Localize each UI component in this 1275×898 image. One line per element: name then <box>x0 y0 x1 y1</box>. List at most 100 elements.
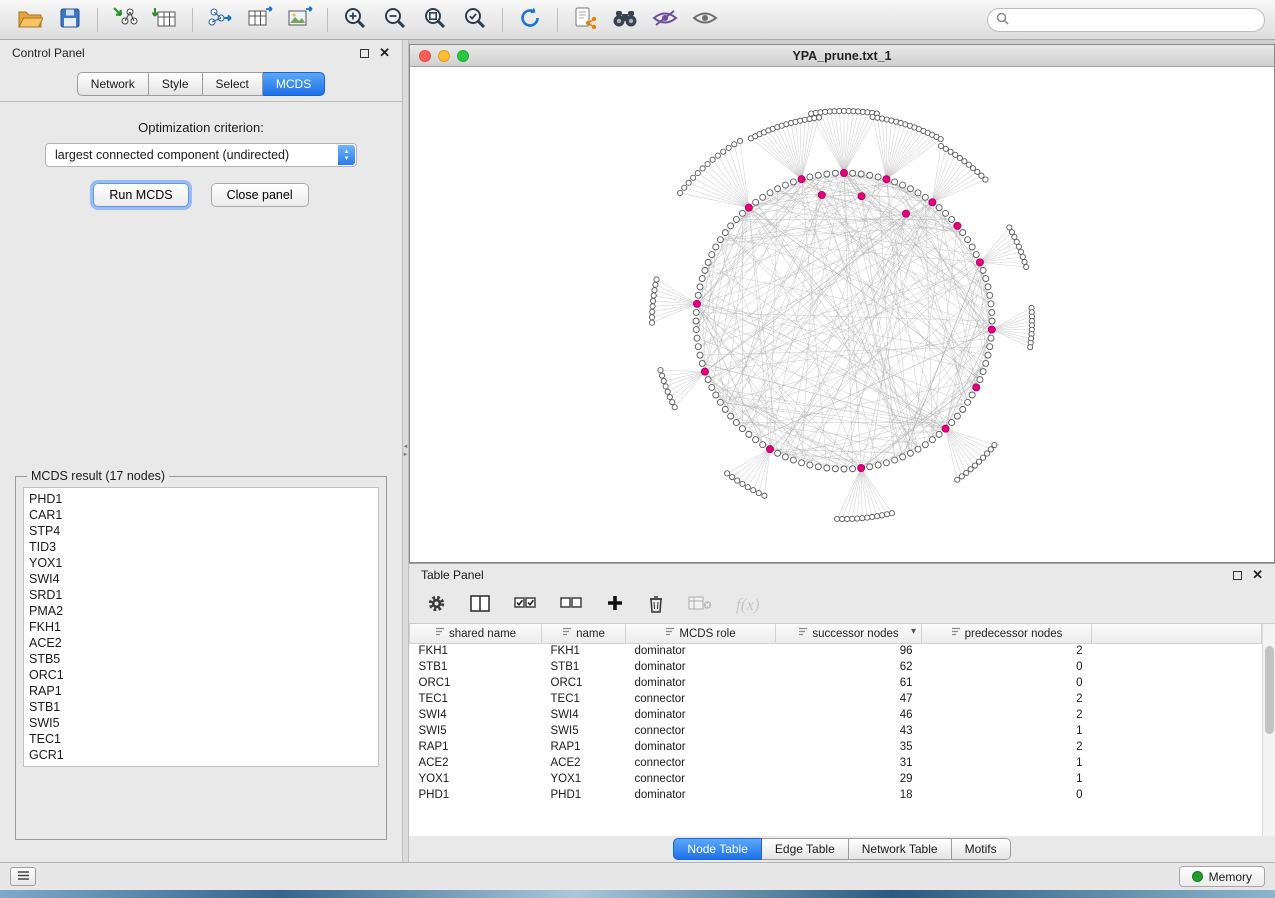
table-row[interactable]: TEC1TEC1connector472 <box>410 691 1262 707</box>
status-menu-button[interactable] <box>10 867 36 886</box>
table-cell[interactable]: dominator <box>626 787 776 803</box>
network-canvas[interactable] <box>410 67 1274 562</box>
table-cell[interactable]: 43 <box>776 723 922 739</box>
table-cell[interactable]: FKH1 <box>410 643 542 659</box>
function-builder-button[interactable]: f(x) <box>736 595 760 615</box>
table-cell[interactable]: 2 <box>922 691 1092 707</box>
table-cell[interactable]: dominator <box>626 707 776 723</box>
table-cell[interactable]: FKH1 <box>542 643 626 659</box>
close-window-icon[interactable] <box>419 50 431 62</box>
maximize-window-icon[interactable] <box>457 50 469 62</box>
table-row[interactable]: ORC1ORC1dominator610 <box>410 675 1262 691</box>
table-settings-button[interactable] <box>427 594 446 616</box>
table-row[interactable]: FKH1FKH1dominator962 <box>410 643 1262 659</box>
table-cell[interactable]: connector <box>626 755 776 771</box>
column-header-name[interactable]: name <box>542 624 626 643</box>
mcds-result-item[interactable]: TEC1 <box>29 731 373 747</box>
table-cell[interactable]: 31 <box>776 755 922 771</box>
column-menu-chevron-icon[interactable]: ▾ <box>911 626 916 637</box>
table-row[interactable]: SWI5SWI5connector431 <box>410 723 1262 739</box>
column-header-predecessor-nodes[interactable]: predecessor nodes <box>922 624 1092 643</box>
float-table-panel-icon[interactable] <box>1233 571 1242 580</box>
mcds-result-item[interactable]: SWI4 <box>29 571 373 587</box>
table-row[interactable]: ACE2ACE2connector311 <box>410 755 1262 771</box>
table-cell[interactable]: SWI4 <box>542 707 626 723</box>
import-table-button[interactable] <box>145 4 185 36</box>
collapse-right-icon[interactable]: ► <box>403 452 409 458</box>
memory-button[interactable]: Memory <box>1179 866 1265 887</box>
table-cell[interactable]: 2 <box>922 643 1092 659</box>
table-cell[interactable]: 0 <box>922 675 1092 691</box>
mcds-result-item[interactable]: PHD1 <box>29 491 373 507</box>
scrollbar-thumb[interactable] <box>1265 646 1274 734</box>
mcds-result-item[interactable]: TID3 <box>29 539 373 555</box>
table-row[interactable]: STB1STB1dominator620 <box>410 659 1262 675</box>
tab-network-table[interactable]: Network Table <box>849 838 952 860</box>
table-cell[interactable]: SWI5 <box>410 723 542 739</box>
collapse-left-icon[interactable]: ◄ <box>403 444 409 450</box>
table-row[interactable]: RAP1RAP1dominator352 <box>410 739 1262 755</box>
table-cell[interactable]: 0 <box>922 659 1092 675</box>
save-session-button[interactable] <box>50 4 90 36</box>
mcds-result-item[interactable]: STP4 <box>29 523 373 539</box>
table-cell[interactable]: connector <box>626 723 776 739</box>
table-cell[interactable]: YOX1 <box>542 771 626 787</box>
import-network-button[interactable] <box>105 4 145 36</box>
tab-motifs[interactable]: Motifs <box>952 838 1011 860</box>
table-cell[interactable]: 62 <box>776 659 922 675</box>
table-cell[interactable]: PHD1 <box>410 787 542 803</box>
table-cell[interactable]: ORC1 <box>542 675 626 691</box>
column-header-successor-nodes[interactable]: successor nodes▾ <box>776 624 922 643</box>
add-column-button[interactable] <box>606 594 624 615</box>
table-cell[interactable]: 35 <box>776 739 922 755</box>
panel-splitter[interactable]: ◄ ► <box>402 40 409 862</box>
table-cell[interactable]: YOX1 <box>410 771 542 787</box>
table-cell[interactable]: 46 <box>776 707 922 723</box>
mcds-result-item[interactable]: SRD1 <box>29 587 373 603</box>
close-table-panel-icon[interactable]: ✕ <box>1252 570 1263 580</box>
show-columns-button[interactable] <box>470 595 490 615</box>
table-cell[interactable]: TEC1 <box>410 691 542 707</box>
table-cell[interactable]: ORC1 <box>410 675 542 691</box>
mcds-result-item[interactable]: SWI5 <box>29 715 373 731</box>
mcds-result-item[interactable]: GCR1 <box>29 747 373 763</box>
mcds-result-item[interactable]: YOX1 <box>29 555 373 571</box>
open-file-button[interactable] <box>10 4 50 36</box>
mcds-result-list[interactable]: PHD1CAR1STP4TID3YOX1SWI4SRD1PMA2FKH1ACE2… <box>23 487 379 767</box>
table-cell[interactable]: dominator <box>626 675 776 691</box>
run-mcds-button[interactable]: Run MCDS <box>93 183 188 207</box>
mcds-result-item[interactable]: ACE2 <box>29 635 373 651</box>
table-cell[interactable]: STB1 <box>410 659 542 675</box>
zoom-in-button[interactable] <box>335 4 375 36</box>
mcds-result-item[interactable]: STB1 <box>29 699 373 715</box>
table-row[interactable]: YOX1YOX1connector291 <box>410 771 1262 787</box>
table-cell[interactable]: 47 <box>776 691 922 707</box>
hide-selected-button[interactable] <box>645 4 685 36</box>
tab-mcds[interactable]: MCDS <box>263 72 325 96</box>
table-cell[interactable]: 1 <box>922 723 1092 739</box>
table-cell[interactable]: PHD1 <box>542 787 626 803</box>
mcds-result-item[interactable]: ORC1 <box>29 667 373 683</box>
tab-edge-table[interactable]: Edge Table <box>762 838 849 860</box>
table-cell[interactable]: dominator <box>626 659 776 675</box>
table-cell[interactable]: SWI4 <box>410 707 542 723</box>
table-cell[interactable]: RAP1 <box>542 739 626 755</box>
find-button[interactable] <box>605 4 645 36</box>
mcds-result-item[interactable]: STB5 <box>29 651 373 667</box>
search-box[interactable] <box>987 8 1265 32</box>
zoom-selected-button[interactable] <box>455 4 495 36</box>
tab-style[interactable]: Style <box>149 72 203 96</box>
table-cell[interactable]: ACE2 <box>410 755 542 771</box>
table-cell[interactable]: ACE2 <box>542 755 626 771</box>
table-row[interactable]: SWI4SWI4dominator462 <box>410 707 1262 723</box>
table-cell[interactable]: 2 <box>922 707 1092 723</box>
column-header-shared-name[interactable]: shared name <box>410 624 542 643</box>
search-input[interactable] <box>1015 13 1256 27</box>
minimize-window-icon[interactable] <box>438 50 450 62</box>
mcds-result-item[interactable]: RAP1 <box>29 683 373 699</box>
zoom-fit-button[interactable] <box>415 4 455 36</box>
close-panel-button[interactable]: Close panel <box>211 183 309 207</box>
table-cell[interactable]: 0 <box>922 787 1092 803</box>
network-window-titlebar[interactable]: YPA_prune.txt_1 <box>410 45 1274 67</box>
delete-column-button[interactable] <box>648 594 664 616</box>
